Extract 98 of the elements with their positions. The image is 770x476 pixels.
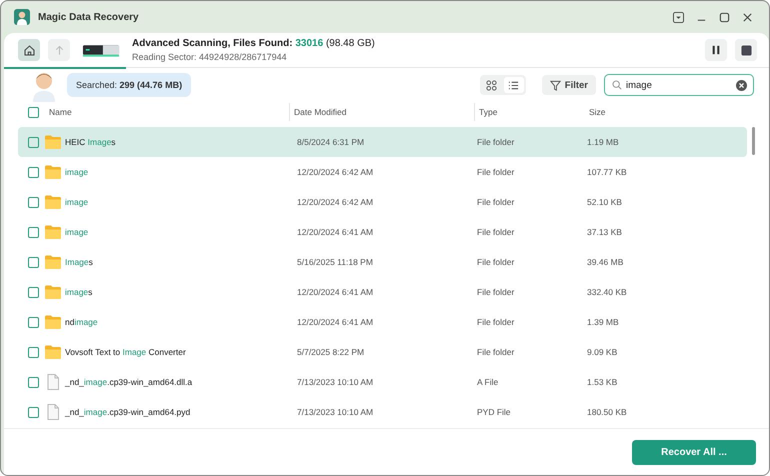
folder-icon — [45, 135, 61, 149]
list-icon — [508, 80, 520, 90]
home-button[interactable] — [18, 39, 40, 61]
row-checkbox[interactable] — [28, 346, 39, 358]
folder-icon — [45, 165, 61, 179]
column-header[interactable]: Date Modified — [289, 103, 474, 121]
size-cell-text: 107.77 KB — [587, 167, 628, 177]
sector-text: Reading Sector: 44924928/286717944 — [132, 52, 288, 62]
file-name: image — [64, 167, 90, 177]
file-name: Vovsoft Text to Image Converter — [64, 347, 187, 357]
row-checkbox[interactable] — [28, 286, 39, 298]
date-cell-text: 12/20/2024 6:41 AM — [296, 317, 374, 327]
column-header[interactable]: Type — [474, 103, 589, 121]
row-checkbox[interactable] — [28, 406, 39, 418]
file-row[interactable]: _nd_image.cp39-win_amd64.pyd 7/13/2023 10:10 AM PYD File 180.50 KB — [18, 397, 747, 427]
file-row[interactable]: image 12/20/2024 6:41 AM File folder 37.13 KB — [18, 217, 747, 247]
file-row[interactable]: Vovsoft Text to Image Converter 5/7/2025 8:22 PM File folder 9.09 KB — [18, 337, 747, 367]
date-cell-text: 12/20/2024 6:42 AM — [296, 197, 374, 207]
type-cell-text: File folder — [477, 167, 516, 177]
folder-icon — [45, 315, 61, 329]
select-all-checkbox[interactable] — [28, 106, 39, 118]
file-name: HEIC Images — [64, 137, 117, 147]
type-cell-text: A File — [477, 377, 500, 387]
file-name: _nd_image.cp39-win_amd64.dll.a — [64, 377, 194, 387]
list-view-button[interactable] — [504, 77, 524, 93]
date-cell-text: 7/13/2023 10:10 AM — [296, 407, 374, 417]
type-cell-text: File folder — [477, 287, 516, 297]
file-name: image — [64, 197, 90, 207]
size-cell-text: 9.09 KB — [587, 347, 618, 357]
menu-icon[interactable] — [673, 12, 684, 22]
file-name: Images — [64, 257, 94, 267]
stop-icon — [740, 44, 752, 56]
file-name: image — [64, 227, 90, 237]
app-logo-icon — [14, 9, 30, 25]
pause-icon — [711, 45, 721, 55]
size-cell-text: 39.46 MB — [587, 257, 624, 267]
grid-icon — [486, 80, 498, 90]
file-name: ndimage — [64, 317, 99, 327]
row-checkbox[interactable] — [28, 316, 39, 328]
folder-icon — [45, 285, 61, 299]
type-cell-text: File folder — [477, 137, 516, 147]
date-cell-text: 12/20/2024 6:42 AM — [296, 167, 374, 177]
column-header[interactable]: Name — [39, 107, 289, 117]
row-checkbox[interactable] — [28, 196, 39, 208]
column-header[interactable]: Size — [589, 107, 689, 117]
file-name: _nd_image.cp39-win_amd64.pyd — [64, 407, 192, 417]
scan-status-text: Advanced Scanning, Files Found: 33016 (98.48 GB) — [132, 38, 375, 49]
pause-button[interactable] — [705, 39, 727, 61]
file-icon — [45, 374, 61, 390]
search-icon — [612, 80, 622, 90]
home-icon — [22, 44, 36, 56]
type-cell-text: File folder — [477, 257, 516, 267]
file-row[interactable]: image 12/20/2024 6:42 AM File folder 107.77 KB — [18, 157, 747, 187]
search-field[interactable]: image — [604, 74, 754, 96]
window-title: Magic Data Recovery — [38, 12, 139, 22]
date-cell-text: 12/20/2024 6:41 AM — [296, 227, 374, 237]
file-row[interactable]: ndimage 12/20/2024 6:41 AM File folder 1.39 MB — [18, 307, 747, 337]
filter-icon — [550, 80, 561, 90]
filter-button[interactable]: Filter — [542, 75, 596, 95]
folder-icon — [45, 195, 61, 209]
size-cell-text: 52.10 KB — [587, 197, 623, 207]
folder-icon — [45, 255, 61, 269]
file-icon — [45, 404, 61, 420]
file-row[interactable]: Images 5/16/2025 11:18 PM File folder 39.46 MB — [18, 247, 747, 277]
date-cell-text: 7/13/2023 10:10 AM — [296, 377, 374, 387]
row-checkbox[interactable] — [28, 136, 39, 148]
row-checkbox[interactable] — [28, 376, 39, 388]
file-name: images — [64, 287, 94, 297]
up-button[interactable] — [48, 39, 70, 61]
file-row[interactable]: HEIC Images 8/5/2024 6:31 PM File folder 1.19 MB — [18, 127, 747, 157]
type-cell-text: File folder — [477, 197, 516, 207]
row-checkbox[interactable] — [28, 256, 39, 268]
folder-icon — [45, 345, 61, 359]
date-cell-text: 5/7/2025 8:22 PM — [296, 347, 366, 357]
type-cell-text: File folder — [477, 227, 516, 237]
size-cell-text: 180.50 KB — [587, 407, 628, 417]
size-cell-text: 37.13 KB — [587, 227, 623, 237]
searched-bubble: Searched: 299 (44.76 MB) — [67, 73, 192, 97]
size-cell-text: 1.19 MB — [587, 137, 620, 147]
row-checkbox[interactable] — [28, 166, 39, 178]
type-cell-text: PYD File — [477, 407, 512, 417]
folder-icon — [45, 225, 61, 239]
row-checkbox[interactable] — [28, 226, 39, 238]
type-cell-text: File folder — [477, 347, 516, 357]
date-cell-text: 8/5/2024 6:31 PM — [296, 137, 366, 147]
size-cell-text: 332.40 KB — [587, 287, 628, 297]
type-cell-text: File folder — [477, 317, 516, 327]
date-cell-text: 12/20/2024 6:41 AM — [296, 287, 374, 297]
close-icon[interactable] — [742, 12, 753, 22]
clear-icon[interactable] — [736, 80, 747, 90]
stop-button[interactable] — [735, 39, 757, 61]
file-row[interactable]: images 12/20/2024 6:41 AM File folder 332.40 KB — [18, 277, 747, 307]
maximize-icon[interactable] — [719, 12, 730, 22]
size-cell-text: 1.39 MB — [587, 317, 620, 327]
date-cell-text: 5/16/2025 11:18 PM — [296, 257, 374, 267]
file-row[interactable]: image 12/20/2024 6:42 AM File folder 52.10 KB — [18, 187, 747, 217]
size-cell-text: 1.53 KB — [587, 377, 618, 387]
file-row[interactable]: _nd_image.cp39-win_amd64.dll.a 7/13/2023 10:10 AM A File 1.53 KB — [18, 367, 747, 397]
